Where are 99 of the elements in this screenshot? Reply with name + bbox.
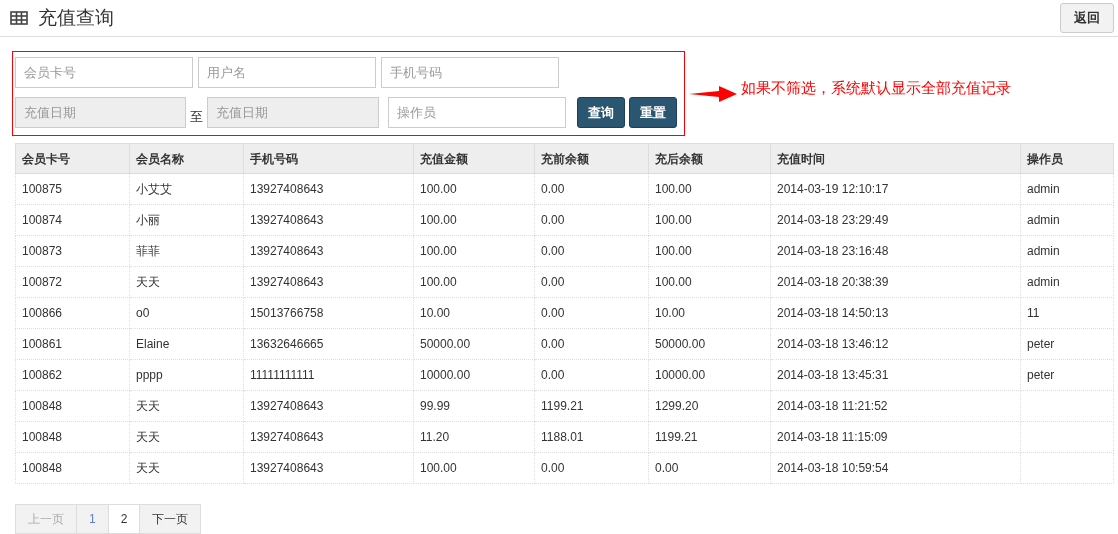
table-cell: 50000.00 <box>413 328 535 360</box>
table-cell: 100.00 <box>413 452 535 484</box>
back-button[interactable]: 返回 <box>1060 3 1114 33</box>
table-cell: 2014-03-18 23:29:49 <box>770 204 1021 236</box>
column-header: 手机号码 <box>243 143 414 174</box>
table-cell: 2014-03-18 20:38:39 <box>770 266 1021 298</box>
table-cell: admin <box>1020 173 1114 205</box>
table-cell: 100848 <box>15 390 130 422</box>
table-cell: 100872 <box>15 266 130 298</box>
next-page-button[interactable]: 下一页 <box>140 504 202 534</box>
table-cell: 2014-03-18 13:45:31 <box>770 359 1021 391</box>
table-cell: 2014-03-18 14:50:13 <box>770 297 1021 329</box>
table-cell: 天天 <box>129 421 244 453</box>
table-cell: admin <box>1020 235 1114 267</box>
table-cell: 100862 <box>15 359 130 391</box>
table-cell: pppp <box>129 359 244 391</box>
table-cell: 100.00 <box>648 235 771 267</box>
column-header: 充值金额 <box>413 143 535 174</box>
table-cell: 1199.21 <box>648 421 771 453</box>
table-cell: 天天 <box>129 390 244 422</box>
page-button[interactable]: 2 <box>108 504 141 534</box>
table-cell: 0.00 <box>534 328 649 360</box>
table-cell: 99.99 <box>413 390 535 422</box>
table-cell: 13927408643 <box>243 204 414 236</box>
table-cell: 13927408643 <box>243 173 414 205</box>
table-cell: 100866 <box>15 297 130 329</box>
table-cell: 1188.01 <box>534 421 649 453</box>
table-cell: 0.00 <box>534 359 649 391</box>
table-cell: 2014-03-18 11:15:09 <box>770 421 1021 453</box>
table-cell: 100.00 <box>648 204 771 236</box>
page-button[interactable]: 1 <box>77 504 109 534</box>
table-cell: 11111111111 <box>243 359 414 391</box>
search-button[interactable]: 查询 <box>577 97 625 128</box>
table-cell: 0.00 <box>648 452 771 484</box>
table-cell: 13927408643 <box>243 235 414 267</box>
input-field[interactable]: 手机号码 <box>381 57 559 88</box>
table-cell: admin <box>1020 266 1114 298</box>
input-field[interactable]: 会员卡号 <box>15 57 193 88</box>
table-cell: 13927408643 <box>243 266 414 298</box>
table-cell: 11.20 <box>413 421 535 453</box>
table-cell: 10.00 <box>648 297 771 329</box>
table-cell: 100.00 <box>648 266 771 298</box>
table-cell: 2014-03-18 13:46:12 <box>770 328 1021 360</box>
table-cell: 10000.00 <box>648 359 771 391</box>
table-cell: 10000.00 <box>413 359 535 391</box>
table-cell: 15013766758 <box>243 297 414 329</box>
column-header: 充前余额 <box>534 143 649 174</box>
table-cell: 0.00 <box>534 297 649 329</box>
column-header: 会员名称 <box>129 143 244 174</box>
table-cell: 11 <box>1020 297 1114 329</box>
table-cell: 100.00 <box>648 173 771 205</box>
table-cell: 0.00 <box>534 173 649 205</box>
table-cell: 13927408643 <box>243 452 414 484</box>
table-cell: 100874 <box>15 204 130 236</box>
table-cell: 100.00 <box>413 204 535 236</box>
column-header: 会员卡号 <box>15 143 130 174</box>
table-icon <box>10 11 28 25</box>
input-field[interactable]: 用户名 <box>198 57 376 88</box>
table-cell: 天天 <box>129 452 244 484</box>
column-header: 充后余额 <box>648 143 771 174</box>
table-cell: 50000.00 <box>648 328 771 360</box>
table-cell: 100848 <box>15 421 130 453</box>
column-header: 操作员 <box>1020 143 1114 174</box>
table-cell: peter <box>1020 359 1114 391</box>
table-cell: 100875 <box>15 173 130 205</box>
reset-button[interactable]: 重置 <box>629 97 677 128</box>
range-separator: 至 <box>190 107 203 126</box>
table-cell: 小艾艾 <box>129 173 244 205</box>
table-cell: 1299.20 <box>648 390 771 422</box>
table-cell: 100.00 <box>413 266 535 298</box>
table-cell: 13927408643 <box>243 390 414 422</box>
table-cell: 1199.21 <box>534 390 649 422</box>
table-cell: 10.00 <box>413 297 535 329</box>
table-cell: 0.00 <box>534 266 649 298</box>
table-cell: 2014-03-18 11:21:52 <box>770 390 1021 422</box>
table-cell: 天天 <box>129 266 244 298</box>
table-cell: 13927408643 <box>243 421 414 453</box>
table-cell: 100873 <box>15 235 130 267</box>
table-cell: 小丽 <box>129 204 244 236</box>
table-cell: 13632646665 <box>243 328 414 360</box>
annotation-text: 如果不筛选，系统默认显示全部充值记录 <box>741 78 1011 99</box>
table-cell: 0.00 <box>534 204 649 236</box>
table-cell: 2014-03-18 10:59:54 <box>770 452 1021 484</box>
table-cell: 0.00 <box>534 235 649 267</box>
table-cell: 2014-03-18 23:16:48 <box>770 235 1021 267</box>
column-header: 充值时间 <box>770 143 1021 174</box>
table-cell: 0.00 <box>534 452 649 484</box>
table-cell: 100.00 <box>413 235 535 267</box>
page-title: 充值查询 <box>38 5 114 30</box>
table-cell: 100.00 <box>413 173 535 205</box>
input-field[interactable]: 操作员 <box>388 97 566 128</box>
table-cell: 菲菲 <box>129 235 244 267</box>
table-cell: 100861 <box>15 328 130 360</box>
table-cell: admin <box>1020 204 1114 236</box>
table-cell: 2014-03-19 12:10:17 <box>770 173 1021 205</box>
table-cell: Elaine <box>129 328 244 360</box>
table-cell: peter <box>1020 328 1114 360</box>
table-cell: o0 <box>129 297 244 329</box>
table-cell: 100848 <box>15 452 130 484</box>
